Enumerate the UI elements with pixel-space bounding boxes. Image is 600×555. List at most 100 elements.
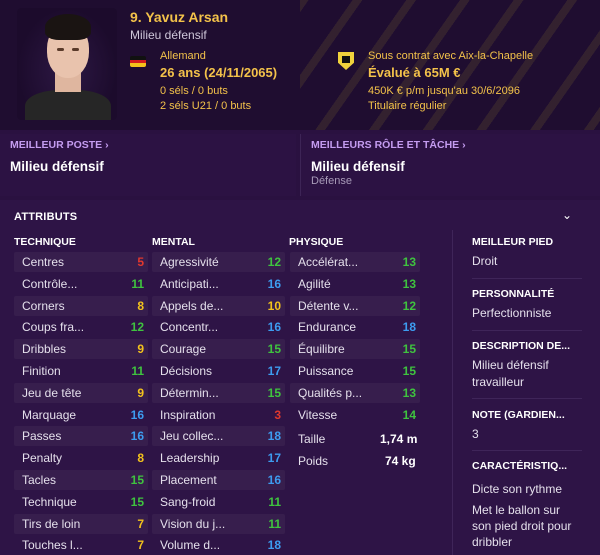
attribute-label: Centres — [22, 255, 65, 269]
attribute-label: Finition — [22, 364, 61, 378]
physique-attribute-row[interactable]: Détente v... 12 — [290, 295, 420, 316]
technique-attribute-row[interactable]: Centres 5 — [14, 252, 148, 272]
attribute-label: Agressivité — [160, 255, 219, 269]
attribute-label: Technique — [22, 494, 77, 509]
physique-attribute-row[interactable]: Équilibre 15 — [290, 339, 420, 360]
attribute-label: Jeu de tête — [22, 385, 82, 400]
mental-attribute-row[interactable]: Concentr... 16 — [152, 317, 285, 337]
technique-attribute-row[interactable]: Marquage 16 — [14, 405, 148, 425]
trait-item-line3: dribbler — [472, 535, 513, 549]
technique-attribute-row[interactable]: Jeu de tête 9 — [14, 382, 148, 403]
attribute-label: Détente v... — [298, 298, 359, 313]
mental-attribute-row[interactable]: Agressivité 12 — [152, 252, 285, 272]
divider — [472, 398, 582, 399]
attribute-value: 8 — [137, 451, 144, 466]
technique-attribute-row[interactable]: Technique 15 — [14, 492, 148, 512]
physique-attribute-row[interactable]: Agilité 13 — [290, 274, 420, 294]
attributes-title: ATTRIBUTS — [14, 211, 78, 223]
attribute-value: 17 — [267, 451, 281, 466]
attribute-value: 15 — [402, 364, 416, 378]
chevron-down-icon[interactable]: ⌄ — [562, 208, 572, 222]
attribute-value: 11 — [131, 276, 144, 291]
attribute-value: 18 — [267, 538, 281, 553]
technique-attribute-row[interactable]: Tirs de loin 7 — [14, 513, 148, 534]
mental-attribute-row[interactable]: Inspiration 3 — [152, 405, 285, 425]
physique-attribute-row[interactable]: Vitesse 14 — [290, 405, 420, 425]
attribute-label: Concentr... — [160, 320, 219, 335]
player-header: 9. Yavuz Arsan Milieu défensif Allemand … — [0, 0, 600, 130]
mental-attribute-row[interactable]: Placement 16 — [152, 470, 285, 490]
mental-attribute-row[interactable]: Détermin... 15 — [152, 382, 285, 403]
mental-attribute-row[interactable]: Vision du j... 11 — [152, 513, 285, 534]
technique-attribute-row[interactable]: Penalty 8 — [14, 448, 148, 468]
physique-attribute-row[interactable]: Qualités p... 13 — [290, 382, 420, 403]
personality-value: Perfectionniste — [472, 306, 552, 320]
mental-attribute-row[interactable]: Courage 15 — [152, 339, 285, 360]
technique-attribute-row[interactable]: Tacles 15 — [14, 470, 148, 490]
attribute-value: 12 — [130, 320, 144, 335]
technique-attribute-row[interactable]: Passes 16 — [14, 426, 148, 447]
attribute-value: 13 — [402, 276, 416, 291]
attribute-value: 11 — [131, 364, 144, 378]
mental-header: MENTAL — [152, 236, 195, 248]
attribute-label: Anticipati... — [160, 276, 219, 291]
technique-header: TECHNIQUE — [14, 236, 76, 248]
best-foot-title: MEILLEUR PIED — [472, 236, 554, 248]
attribute-value: 13 — [402, 385, 416, 400]
weight-value: 74 kg — [385, 454, 416, 468]
attribute-label: Puissance — [298, 364, 354, 378]
attribute-label: Détermin... — [160, 385, 219, 400]
physique-attribute-row[interactable]: Accélérat... 13 — [290, 252, 420, 272]
mental-attribute-row[interactable]: Anticipati... 16 — [152, 274, 285, 294]
mental-attribute-row[interactable]: Appels de... 10 — [152, 295, 285, 316]
attribute-label: Endurance — [298, 320, 357, 335]
player-name: 9. Yavuz Arsan — [130, 9, 229, 25]
mental-attribute-row[interactable]: Jeu collec... 18 — [152, 426, 285, 447]
best-position-panel[interactable]: MEILLEUR POSTE › Milieu défensif — [0, 134, 296, 196]
attribute-label: Décisions — [160, 364, 213, 378]
description-title: DESCRIPTION DE... — [472, 340, 571, 352]
player-portrait — [17, 8, 117, 120]
mental-attribute-row[interactable]: Sang-froid 11 — [152, 492, 285, 512]
attribute-value: 18 — [267, 429, 281, 444]
physique-attribute-row[interactable]: Puissance 15 — [290, 361, 420, 381]
trait-item: Dicte son rythme — [472, 482, 563, 496]
attribute-value: 15 — [267, 342, 281, 357]
best-position-title[interactable]: MEILLEUR POSTE › — [10, 139, 109, 151]
attribute-label: Contrôle... — [22, 276, 78, 291]
contract-club[interactable]: Sous contrat avec Aix-la-Chapelle — [368, 50, 533, 62]
squad-status: Titulaire régulier — [368, 100, 447, 112]
player-wage: 450K € p/m jusqu'au 30/6/2096 — [368, 85, 520, 97]
attribute-value: 11 — [268, 516, 281, 531]
chevron-right-icon: › — [462, 139, 466, 151]
rating-title: NOTE (GARDIEN... — [472, 409, 565, 421]
rating-value: 3 — [472, 427, 479, 441]
attribute-label: Agilité — [298, 276, 331, 291]
technique-attribute-row[interactable]: Touches l... 7 — [14, 535, 148, 555]
technique-attribute-row[interactable]: Corners 8 — [14, 295, 148, 316]
best-role-panel[interactable]: MEILLEURS RÔLE ET TÂCHE › Milieu défensi… — [300, 134, 600, 196]
personality-title: PERSONNALITÉ — [472, 288, 555, 300]
attribute-label: Vitesse — [298, 407, 338, 422]
best-role-title[interactable]: MEILLEURS RÔLE ET TÂCHE › — [311, 139, 466, 151]
technique-attribute-row[interactable]: Finition 11 — [14, 361, 148, 381]
attribute-value: 16 — [130, 429, 144, 444]
mental-attribute-row[interactable]: Volume d... 18 — [152, 535, 285, 555]
height-value: 1,74 m — [380, 432, 418, 446]
attribute-value: 5 — [137, 255, 144, 269]
attribute-value: 11 — [268, 494, 281, 509]
description-value-line1: Milieu défensif — [472, 358, 549, 372]
attribute-label: Tirs de loin — [22, 516, 81, 531]
physique-attribute-row[interactable]: Endurance 18 — [290, 317, 420, 337]
attribute-value: 14 — [402, 407, 416, 422]
trait-item-line2: son pied droit pour — [472, 519, 572, 533]
mental-attribute-row[interactable]: Décisions 17 — [152, 361, 285, 381]
weight-label: Poids — [298, 454, 329, 468]
attribute-value: 13 — [402, 255, 416, 269]
technique-attribute-row[interactable]: Contrôle... 11 — [14, 274, 148, 294]
attribute-value: 8 — [137, 298, 144, 313]
technique-attribute-row[interactable]: Coups fra... 12 — [14, 317, 148, 337]
attribute-value: 15 — [402, 342, 416, 357]
technique-attribute-row[interactable]: Dribbles 9 — [14, 339, 148, 360]
mental-attribute-row[interactable]: Leadership 17 — [152, 448, 285, 468]
